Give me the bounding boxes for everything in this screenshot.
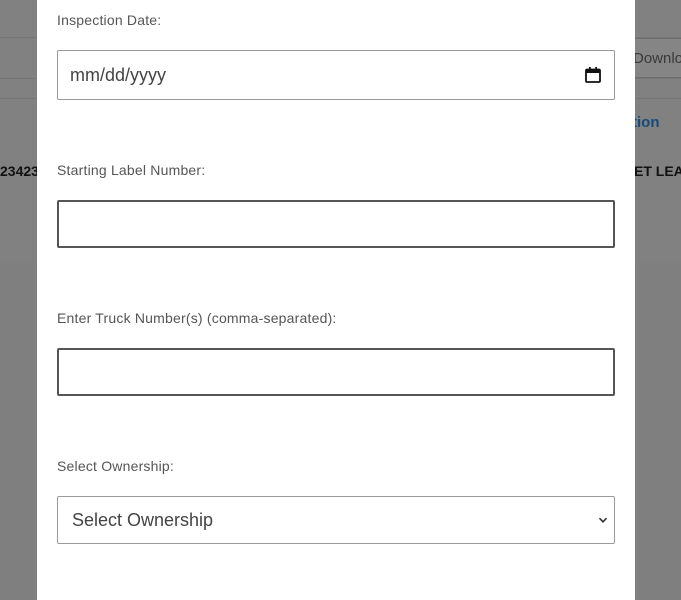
inspection-date-label: Inspection Date: [57, 12, 162, 28]
table-cell-type: ET LEA [634, 163, 681, 179]
chevron-down-icon [598, 517, 608, 523]
inspection-date-input[interactable]: mm/dd/yyyy [57, 50, 615, 100]
starting-label-number-label: Starting Label Number: [57, 162, 206, 178]
truck-numbers-label: Enter Truck Number(s) (comma-separated): [57, 310, 337, 326]
starting-label-number-input[interactable] [57, 200, 615, 248]
ownership-selected-value: Select Ownership [72, 509, 214, 530]
date-placeholder: mm/dd/yyyy [70, 64, 167, 85]
table-cell-id: 23423 [0, 163, 39, 179]
ownership-select[interactable]: Select Ownership [57, 496, 615, 544]
action-column-header: tion [632, 114, 660, 131]
ownership-label: Select Ownership: [57, 458, 175, 474]
truck-numbers-input[interactable] [57, 348, 615, 396]
label-generation-modal: Inspection Date: mm/dd/yyyy Starting Lab… [37, 0, 635, 600]
calendar-icon[interactable] [584, 66, 602, 84]
